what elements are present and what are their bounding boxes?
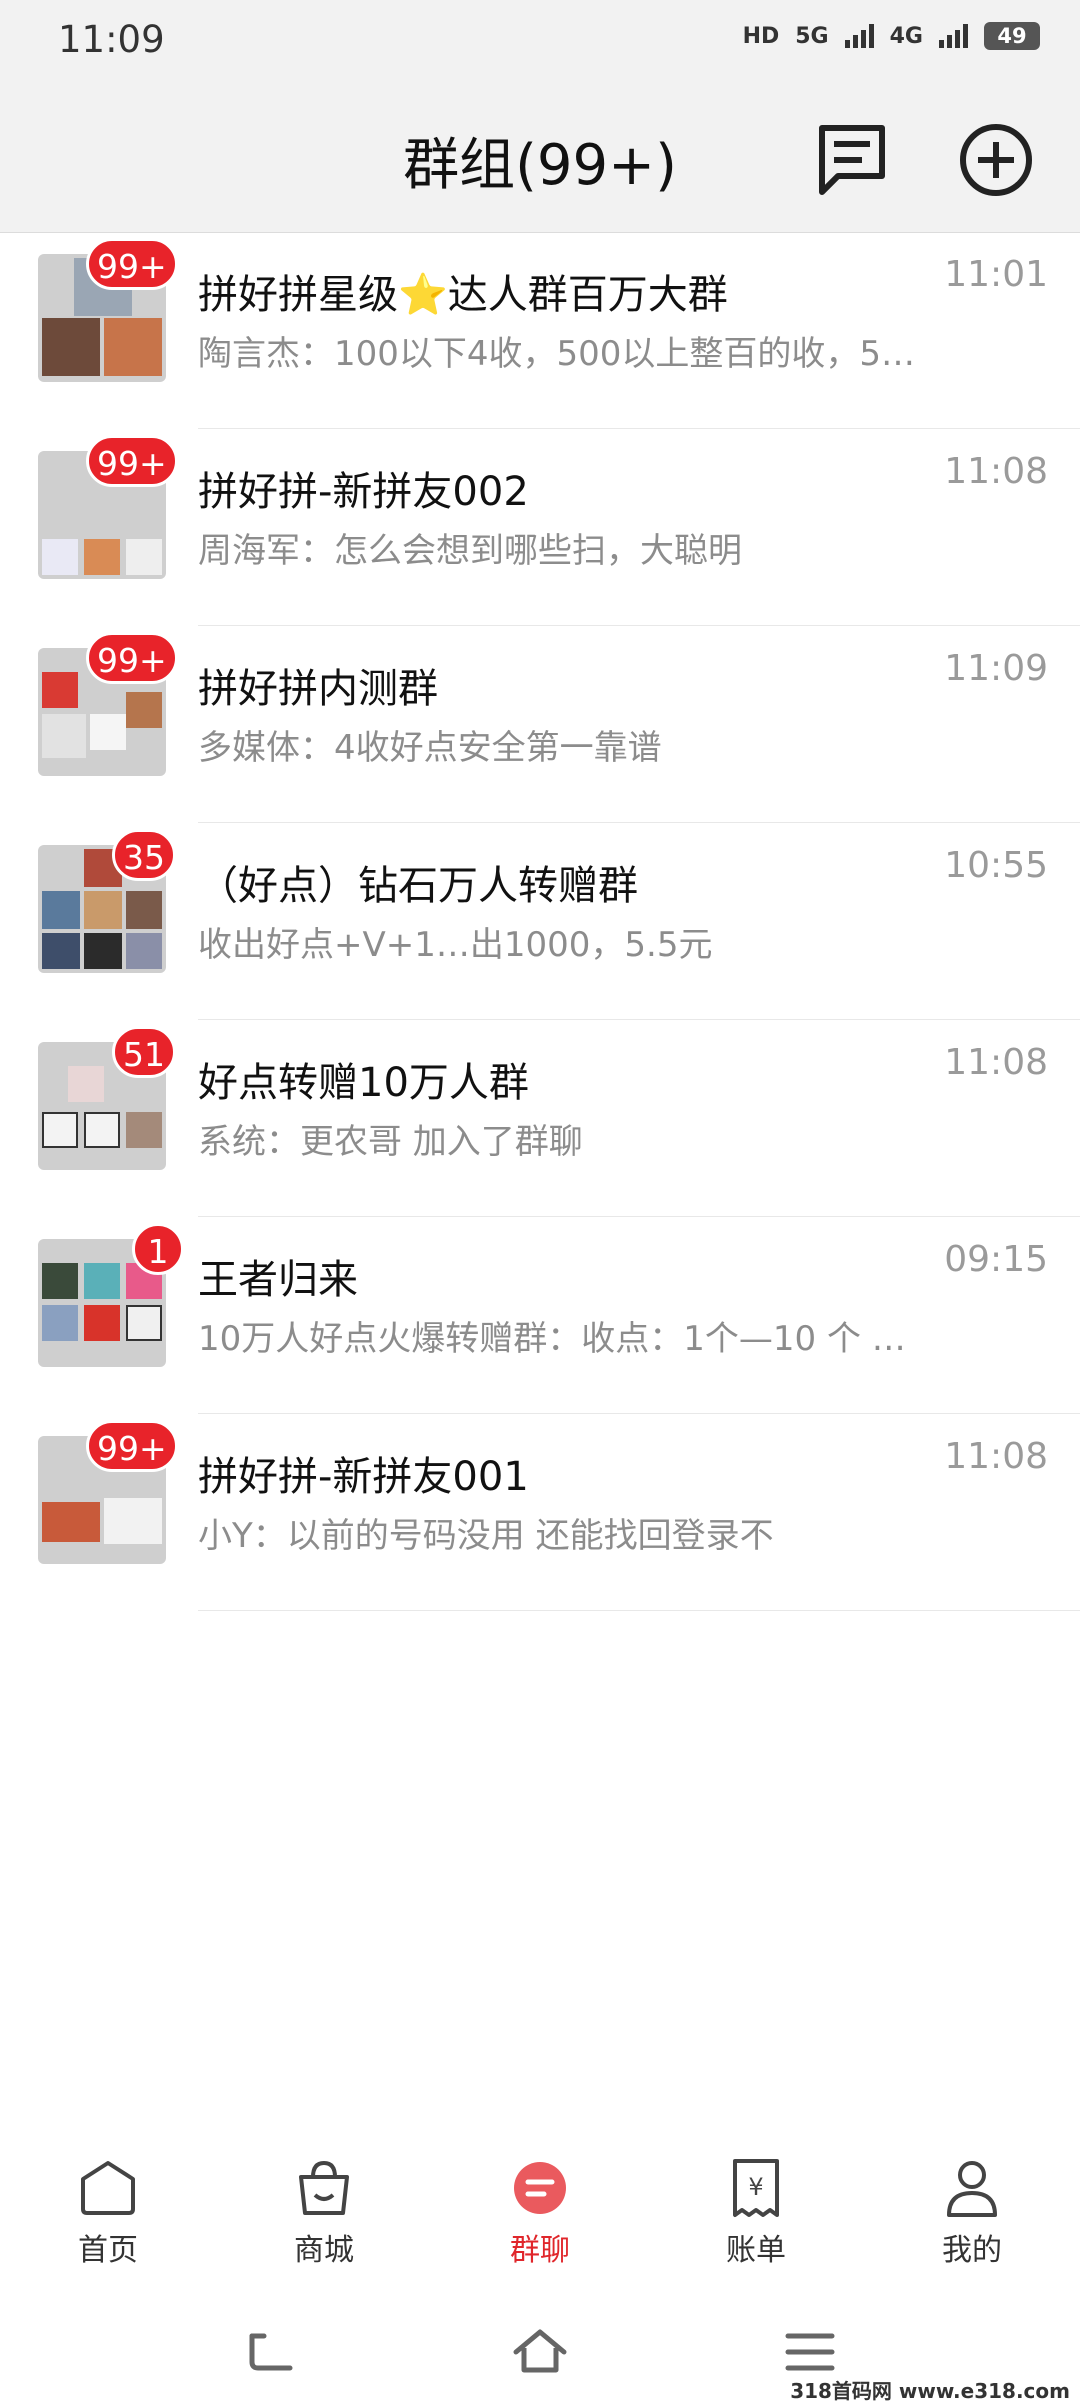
nav-label: 商城 — [294, 2233, 354, 2268]
signal-icon — [844, 24, 874, 48]
network-5g-label: 5G — [795, 23, 829, 49]
battery-icon: 49 — [984, 22, 1040, 50]
nav-label: 账单 — [726, 2233, 786, 2268]
list-item[interactable]: 99+ 拼好拼内测群 多媒体：4收好点安全第一靠谱 11:09 — [0, 626, 1080, 823]
svg-text:¥: ¥ — [748, 2173, 763, 2201]
chat-time: 11:08 — [944, 451, 1048, 492]
nav-item-profile[interactable]: 我的 — [864, 2130, 1080, 2280]
top-bar: 11:09 HD 5G 4G 49 群组(99+) — [0, 0, 1080, 233]
chat-bubble-icon — [514, 2162, 566, 2214]
chat-time: 09:15 — [944, 1239, 1048, 1280]
chat-title: 王者归来 — [198, 1257, 358, 1303]
unread-badge: 99+ — [86, 632, 178, 684]
chat-time: 11:01 — [944, 254, 1048, 295]
nav-item-home[interactable]: 首页 — [0, 2130, 216, 2280]
add-circle-icon[interactable] — [956, 120, 1036, 200]
list-item[interactable]: 51 好点转赠10万人群 系统：更农哥 加入了群聊 11:08 — [0, 1020, 1080, 1217]
home-icon — [81, 2161, 135, 2215]
chat-preview: 陶言杰：100以下4收，500以上整百的收，5… — [198, 334, 916, 374]
network-4g-label: 4G — [889, 23, 923, 49]
chat-preview: 系统：更农哥 加入了群聊 — [198, 1122, 583, 1162]
unread-badge: 99+ — [86, 238, 178, 290]
chat-time: 11:09 — [944, 648, 1048, 689]
chat-title: 拼好拼-新拼友001 — [198, 1454, 529, 1500]
list-item[interactable]: 35 （好点）钻石万人转赠群 收出好点+V+1…出1000，5.5元 10:55 — [0, 823, 1080, 1020]
chat-preview: 多媒体：4收好点安全第一靠谱 — [198, 728, 662, 768]
nav-item-bill[interactable]: ¥ 账单 — [648, 2130, 864, 2280]
menu-icon[interactable] — [780, 2322, 840, 2382]
chat-title: 拼好拼星级⭐达人群百万大群 — [198, 272, 728, 318]
group-chat-list: 99+ 拼好拼星级⭐达人群百万大群 陶言杰：100以下4收，500以上整百的收，… — [0, 232, 1080, 1611]
chat-title: 好点转赠10万人群 — [198, 1060, 529, 1106]
unread-badge: 35 — [112, 829, 176, 881]
chat-preview: 收出好点+V+1…出1000，5.5元 — [198, 925, 713, 965]
chat-time: 11:08 — [944, 1436, 1048, 1477]
status-time: 11:09 — [58, 18, 165, 61]
chat-time: 10:55 — [944, 845, 1048, 886]
list-item[interactable]: 99+ 拼好拼-新拼友001 小Y：以前的号码没用 还能找回登录不 11:08 — [0, 1414, 1080, 1611]
shopping-bag-icon — [299, 2160, 349, 2215]
nav-item-group-chat[interactable]: 群聊 — [432, 2130, 648, 2280]
chat-preview: 小Y：以前的号码没用 还能找回登录不 — [198, 1516, 774, 1556]
list-item[interactable]: 99+ 拼好拼-新拼友002 周海军：怎么会想到哪些扫，大聪明 11:08 — [0, 429, 1080, 626]
signal-icon — [939, 24, 968, 48]
status-icons: HD 5G 4G 49 — [743, 22, 1040, 50]
unread-badge: 51 — [112, 1026, 176, 1078]
divider — [198, 1610, 1080, 1611]
system-navigation-bar: 318首码网 www.e318.com — [0, 2300, 1080, 2408]
chat-title: （好点）钻石万人转赠群 — [198, 863, 638, 909]
chat-title: 拼好拼内测群 — [198, 666, 438, 712]
unread-badge: 99+ — [86, 1420, 178, 1472]
home-nav-icon[interactable] — [510, 2322, 570, 2382]
chat-preview: 10万人好点火爆转赠群：收点：1个—10 个 … — [198, 1319, 906, 1359]
list-item[interactable]: 99+ 拼好拼星级⭐达人群百万大群 陶言杰：100以下4收，500以上整百的收，… — [0, 232, 1080, 429]
back-icon[interactable] — [240, 2322, 300, 2382]
nav-item-mall[interactable]: 商城 — [216, 2130, 432, 2280]
nav-label: 我的 — [942, 2233, 1002, 2268]
user-icon — [947, 2161, 997, 2217]
unread-badge: 99+ — [86, 435, 178, 487]
bottom-navigation: 首页 商城 群聊 ¥ 账单 我的 — [0, 2130, 1080, 2280]
page-title: 群组(99+) — [403, 133, 677, 198]
message-icon[interactable] — [812, 120, 892, 200]
chat-title: 拼好拼-新拼友002 — [198, 469, 529, 515]
nav-label: 群聊 — [510, 2233, 570, 2268]
unread-badge: 1 — [132, 1223, 184, 1275]
chat-time: 11:08 — [944, 1042, 1048, 1083]
watermark: 318首码网 www.e318.com — [790, 2379, 1070, 2403]
list-item[interactable]: 1 王者归来 10万人好点火爆转赠群：收点：1个—10 个 … 09:15 — [0, 1217, 1080, 1414]
chat-preview: 周海军：怎么会想到哪些扫，大聪明 — [198, 531, 742, 571]
nav-label: 首页 — [78, 2233, 138, 2268]
hd-indicator: HD — [742, 23, 780, 49]
bill-icon: ¥ — [733, 2159, 779, 2217]
